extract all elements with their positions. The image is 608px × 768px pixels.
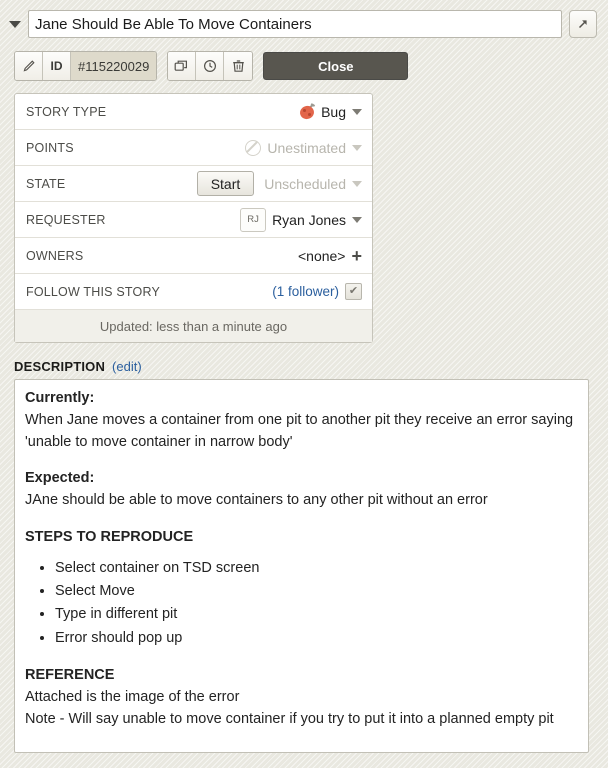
steps-list: Select container on TSD screen Select Mo… (25, 557, 578, 651)
attribute-row-points[interactable]: POINTS Unestimated (15, 130, 372, 166)
follow-checkbox[interactable]: ✔ (345, 283, 362, 300)
duplicate-story-button[interactable] (168, 52, 197, 80)
list-item: Select Move (55, 580, 578, 603)
description-header: DESCRIPTION (edit) (14, 359, 608, 374)
reference-line-2: Note - Will say unable to move container… (25, 710, 554, 727)
story-type-label: STORY TYPE (26, 104, 107, 119)
points-label: POINTS (26, 140, 74, 155)
story-toolbar: ID #115220029 Close (0, 40, 608, 82)
bug-icon (298, 103, 316, 121)
reference-line-1: Attached is the image of the error (25, 689, 240, 706)
pencil-icon (23, 60, 35, 72)
currently-text: When Jane moves a container from one pit… (25, 411, 574, 450)
id-value[interactable]: #115220029 (71, 52, 157, 80)
no-entry-icon (245, 139, 262, 156)
attribute-row-story-type[interactable]: STORY TYPE Bug (15, 94, 372, 130)
plus-icon[interactable]: + (351, 247, 362, 265)
owners-value: <none> (297, 247, 346, 264)
follow-label: FOLLOW THIS STORY (26, 284, 160, 299)
description-edit-link[interactable]: (edit) (112, 359, 142, 374)
description-label: DESCRIPTION (14, 359, 106, 374)
close-button[interactable]: Close (263, 52, 409, 80)
followers-link[interactable]: (1 follower) (272, 284, 339, 299)
requester-label: REQUESTER (26, 212, 106, 227)
expected-heading: Expected: (25, 470, 95, 487)
story-type-value: Bug (321, 103, 346, 120)
delete-story-button[interactable] (224, 52, 253, 80)
description-body[interactable]: Currently: When Jane moves a container f… (14, 379, 589, 753)
attribute-row-owners[interactable]: OWNERS <none> + (15, 238, 372, 274)
chevron-down-icon-requester[interactable] (352, 216, 362, 223)
story-title-bar (0, 0, 608, 40)
story-attributes-panel: STORY TYPE Bug POINTS Unestimated STATE … (14, 93, 373, 343)
chevron-down-icon-state[interactable] (352, 180, 362, 187)
points-value: Unestimated (267, 139, 346, 156)
story-title-input[interactable] (28, 10, 562, 38)
triangle-down-icon (9, 20, 21, 28)
list-item: Select container on TSD screen (55, 557, 578, 580)
owners-label: OWNERS (26, 248, 84, 263)
expand-arrow-icon (578, 20, 587, 29)
updated-timestamp: Updated: less than a minute ago (15, 310, 372, 342)
list-item: Type in different pit (55, 603, 578, 626)
attribute-row-requester[interactable]: REQUESTER RJ Ryan Jones (15, 202, 372, 238)
id-label: ID (43, 52, 71, 80)
attribute-row-state[interactable]: STATE Start Unscheduled (15, 166, 372, 202)
id-button-group: ID #115220029 (14, 51, 158, 81)
start-button[interactable]: Start (196, 171, 255, 196)
avatar: RJ (240, 207, 267, 232)
chevron-down-icon-story-type[interactable] (352, 108, 362, 115)
reference-heading: REFERENCE (25, 667, 115, 684)
attribute-row-follow[interactable]: FOLLOW THIS STORY (1 follower) ✔ (15, 274, 372, 310)
expected-text: JAne should be able to move containers t… (25, 492, 488, 508)
story-history-button[interactable] (196, 52, 225, 80)
expand-story-button[interactable] (569, 10, 597, 38)
trash-icon (233, 60, 244, 72)
state-value: Unscheduled (264, 175, 346, 192)
edit-id-button[interactable] (15, 52, 43, 80)
currently-heading: Currently: (25, 390, 95, 406)
list-item: Error should pop up (55, 627, 578, 650)
duplicate-icon (174, 60, 188, 71)
requester-value: Ryan Jones (272, 211, 346, 228)
steps-heading: STEPS TO REPRODUCE (25, 528, 194, 545)
action-button-group (167, 51, 254, 81)
clock-icon (203, 59, 216, 73)
state-label: STATE (26, 176, 66, 191)
chevron-down-icon-points[interactable] (352, 144, 362, 151)
collapse-toggle[interactable] (6, 9, 24, 39)
